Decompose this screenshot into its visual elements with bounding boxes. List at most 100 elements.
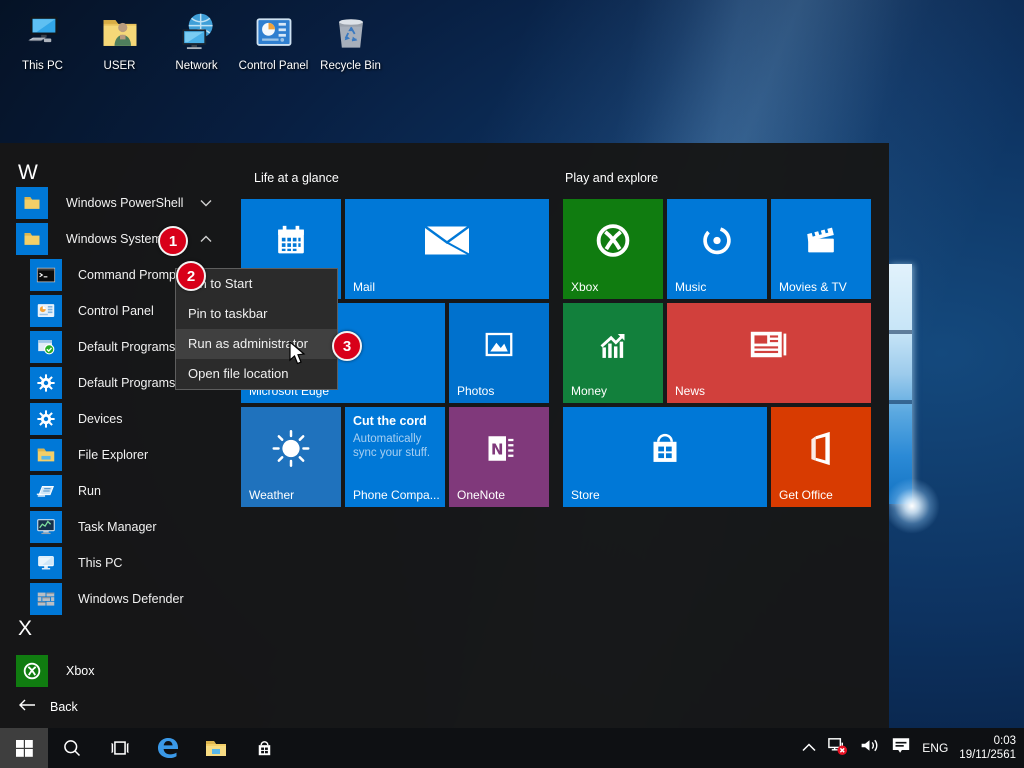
- start-item-label: Default Programs: [78, 376, 175, 390]
- mail-icon: [421, 221, 473, 266]
- start-menu: W Windows PowerShell Windows System Comm…: [0, 143, 889, 728]
- start-item-label: Xbox: [66, 664, 95, 678]
- annotation-step-1: 1: [158, 226, 188, 256]
- tile-phone-companion[interactable]: Cut the cord Automatically sync your stu…: [345, 407, 445, 507]
- start-item-label: Windows System: [66, 232, 162, 246]
- recycle-bin-icon: [328, 10, 374, 56]
- windows-desktop: This PC USER Network Control Panel Recyc…: [0, 0, 1024, 768]
- start-item-label: Windows PowerShell: [66, 196, 183, 210]
- desktop-icon-control-panel[interactable]: Control Panel: [235, 6, 312, 72]
- desktop-icon-recycle-bin[interactable]: Recycle Bin: [312, 6, 389, 72]
- start-item-windows-system[interactable]: Windows System: [0, 221, 240, 257]
- clock-date: 19/11/2561: [959, 749, 1016, 761]
- network-icon: [174, 10, 220, 56]
- tile-label: OneNote: [457, 488, 505, 502]
- start-item-windows-defender[interactable]: Windows Defender: [0, 581, 240, 617]
- tile-money[interactable]: Money: [563, 303, 663, 403]
- desktop-icon-user-folder[interactable]: USER: [81, 6, 158, 72]
- start-app-list: Windows PowerShell Windows System Comman…: [0, 185, 240, 617]
- start-item-xbox[interactable]: Xbox: [0, 653, 240, 689]
- taskbar-task-view-button[interactable]: [96, 728, 144, 768]
- tile-xbox[interactable]: Xbox: [563, 199, 663, 299]
- chevron-up-icon: [200, 230, 212, 248]
- run-icon: [30, 475, 62, 507]
- search-icon: [62, 738, 82, 758]
- task-manager-icon: [30, 511, 62, 543]
- tile-label: Weather: [249, 488, 294, 502]
- desktop-icon-label: Network: [175, 60, 217, 72]
- control-panel-icon: [30, 295, 62, 327]
- tile-label: Money: [571, 384, 607, 398]
- taskbar-file-explorer-button[interactable]: [192, 728, 240, 768]
- folder-icon: [30, 439, 62, 471]
- start-button[interactable]: [0, 728, 48, 768]
- network-status-icon[interactable]: [827, 735, 848, 761]
- start-item-task-manager[interactable]: Task Manager: [0, 509, 240, 545]
- start-item-label: Control Panel: [78, 304, 154, 318]
- tile-movies-tv[interactable]: Movies & TV: [771, 199, 871, 299]
- gear-icon: [30, 367, 62, 399]
- movies-clapper-icon: [799, 219, 843, 268]
- tile-music[interactable]: Music: [667, 199, 767, 299]
- start-item-this-pc[interactable]: This PC: [0, 545, 240, 581]
- action-center-icon[interactable]: [891, 736, 911, 760]
- desktop-icon-network[interactable]: Network: [158, 6, 235, 72]
- start-item-label: This PC: [78, 556, 122, 570]
- tile-photos[interactable]: Photos: [449, 303, 549, 403]
- edge-icon: [155, 735, 181, 761]
- back-arrow-icon: [18, 698, 36, 716]
- tile-label: Music: [675, 280, 706, 294]
- tile-label: Photos: [457, 384, 494, 398]
- app-group-header-x: X: [18, 617, 32, 641]
- tile-label: Xbox: [571, 280, 598, 294]
- music-disc-icon: [695, 219, 739, 268]
- taskbar-edge-button[interactable]: [144, 728, 192, 768]
- tile-label: Get Office: [779, 488, 833, 502]
- money-chart-icon: [590, 322, 636, 373]
- desktop-icon-label: This PC: [22, 60, 63, 72]
- start-back-button[interactable]: Back: [0, 689, 240, 725]
- tile-onenote[interactable]: N OneNote: [449, 407, 549, 507]
- taskbar-store-button[interactable]: [240, 728, 288, 768]
- start-item-file-explorer[interactable]: File Explorer: [0, 437, 240, 473]
- tile-label: News: [675, 384, 705, 398]
- taskbar-search-button[interactable]: [48, 728, 96, 768]
- start-item-run[interactable]: Run: [0, 473, 240, 509]
- news-icon: [745, 325, 793, 370]
- start-item-devices[interactable]: Devices: [0, 401, 240, 437]
- tile-get-office[interactable]: Get Office: [771, 407, 871, 507]
- defender-brick-wall-icon: [30, 583, 62, 615]
- this-pc-icon: [20, 10, 66, 56]
- taskbar-clock[interactable]: 0:03 19/11/2561: [959, 734, 1020, 762]
- folder-icon: [16, 187, 48, 219]
- start-item-windows-powershell[interactable]: Windows PowerShell: [0, 185, 240, 221]
- annotation-step-3: 3: [332, 331, 362, 361]
- tile-group-header-life: Life at a glance: [254, 171, 339, 185]
- tile-news[interactable]: News: [667, 303, 871, 403]
- taskbar: ENG 0:03 19/11/2561: [0, 728, 1024, 768]
- start-item-label: Run: [78, 484, 101, 498]
- system-tray: ENG 0:03 19/11/2561: [802, 728, 1020, 768]
- volume-icon[interactable]: [859, 736, 880, 760]
- store-icon: [253, 737, 276, 760]
- menu-item-run-as-administrator[interactable]: Run as administrator: [176, 329, 337, 359]
- language-indicator[interactable]: ENG: [922, 741, 948, 755]
- tile-group-header-play: Play and explore: [565, 171, 658, 185]
- tile-label: Phone Compa...: [353, 488, 440, 502]
- tile-mail[interactable]: Mail: [345, 199, 549, 299]
- file-explorer-icon: [204, 736, 228, 760]
- menu-item-pin-to-taskbar[interactable]: Pin to taskbar: [176, 299, 337, 329]
- desktop-icon-this-pc[interactable]: This PC: [4, 6, 81, 72]
- show-hidden-icons-chevron[interactable]: [802, 739, 816, 757]
- xbox-icon: [590, 218, 636, 269]
- tile-store[interactable]: Store: [563, 407, 767, 507]
- start-item-label: File Explorer: [78, 448, 148, 462]
- xbox-icon: [16, 655, 48, 687]
- tile-weather[interactable]: Weather: [241, 407, 341, 507]
- mouse-cursor: [289, 341, 307, 372]
- desktop-icon-label: Recycle Bin: [320, 60, 381, 72]
- start-item-label: Default Programs: [78, 340, 175, 354]
- menu-item-open-file-location[interactable]: Open file location: [176, 359, 337, 389]
- back-label: Back: [50, 700, 78, 714]
- photos-icon: [478, 324, 520, 371]
